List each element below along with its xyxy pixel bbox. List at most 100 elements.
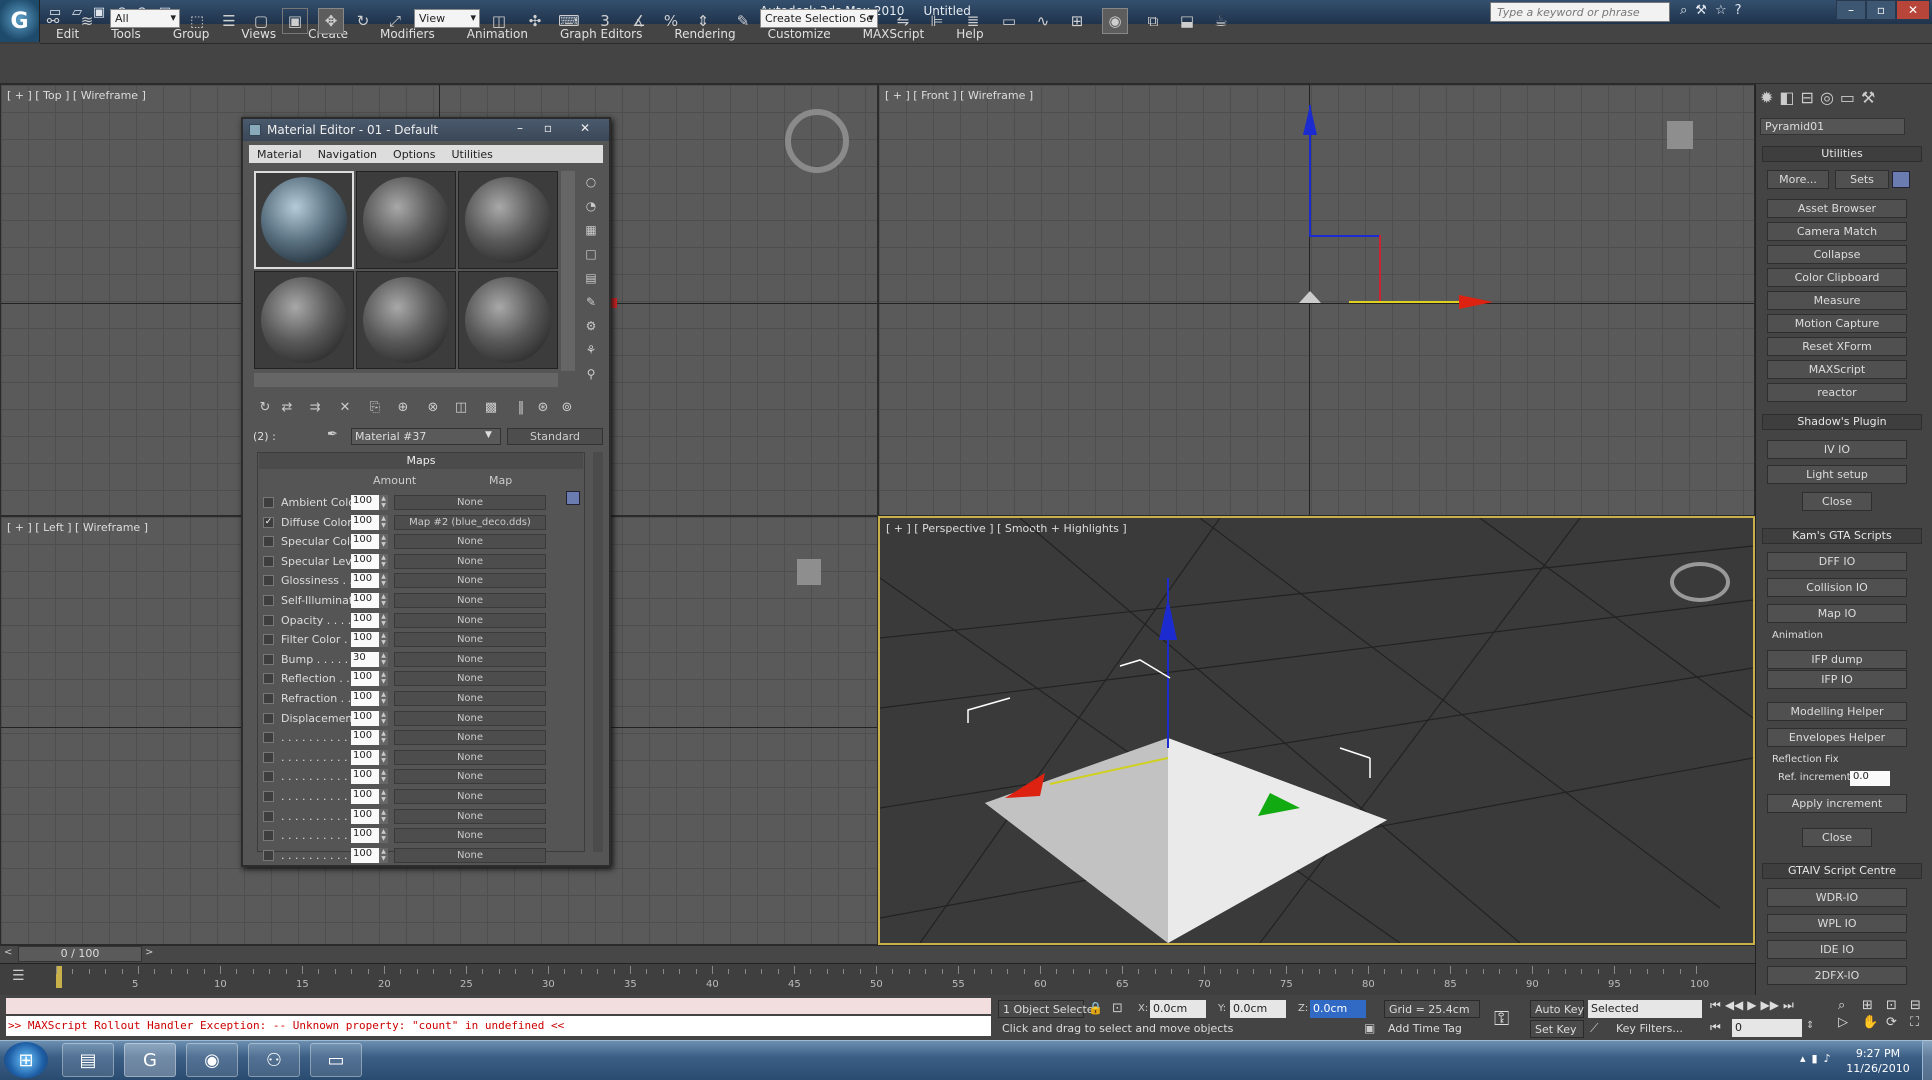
envelopes-helper-button[interactable]: Envelopes Helper (1767, 728, 1907, 747)
display-tab-icon[interactable]: ▭ (1840, 88, 1855, 107)
map-slot-button[interactable]: None (394, 651, 546, 667)
pick-material-eyedropper-icon[interactable]: ✒ (327, 427, 338, 442)
select-object-icon[interactable]: ⬚ (184, 8, 210, 34)
orbit-icon[interactable]: ⟳ (1886, 1015, 1908, 1030)
maps-scrollbar[interactable] (593, 452, 603, 852)
rect-selection-icon[interactable]: ▢ (248, 8, 274, 34)
minimize-button[interactable]: – (1836, 0, 1866, 20)
menu-customize[interactable]: Customize (752, 27, 847, 41)
wpl-io-button[interactable]: WPL IO (1767, 914, 1907, 933)
select-rotate-icon[interactable]: ↻ (350, 8, 376, 34)
taskbar-firefox-icon[interactable]: ◉ (186, 1043, 238, 1077)
sample-uv-tiling-icon[interactable]: □ (582, 245, 600, 263)
map-amount-input[interactable]: 100 (351, 828, 379, 844)
reference-coordinate-dropdown[interactable]: View (414, 9, 480, 28)
zoom-extents-all-icon[interactable]: ⊟ (1910, 998, 1932, 1013)
map-amount-spinner[interactable]: ▲ ▼ (379, 593, 388, 608)
app-logo-icon[interactable]: G (0, 0, 40, 42)
more-button[interactable]: More... (1767, 170, 1829, 189)
sets-button[interactable]: Sets (1835, 170, 1889, 189)
modify-tab-icon[interactable]: ◧ (1779, 88, 1794, 107)
light-setup-button[interactable]: Light setup (1767, 465, 1907, 484)
motion-tab-icon[interactable]: ◎ (1820, 88, 1834, 107)
bind-space-warp-icon[interactable]: ≋ (74, 8, 100, 34)
map-enable-checkbox[interactable] (263, 751, 274, 763)
map-amount-input[interactable]: 100 (351, 749, 379, 765)
iv-io-button[interactable]: IV IO (1767, 440, 1907, 459)
map-amount-input[interactable]: 100 (351, 671, 379, 687)
map-amount-spinner[interactable]: ▲ ▼ (379, 769, 388, 785)
map-amount-spinner[interactable]: ▲ ▼ (379, 828, 388, 844)
viewport-label-top[interactable]: [ + ] [ Top ] [ Wireframe ] (7, 89, 146, 102)
rendered-frame-window-icon[interactable]: ⬓ (1174, 8, 1200, 34)
map-amount-input[interactable]: 100 (351, 789, 379, 804)
maximize-button[interactable]: ▫ (1866, 0, 1896, 20)
default-in-out-tangent-icon[interactable]: ⟋ (1590, 1021, 1598, 1036)
map-enable-checkbox[interactable] (263, 712, 274, 724)
create-tab-icon[interactable]: ✹ (1760, 88, 1773, 107)
material-slot[interactable] (458, 271, 558, 369)
map-amount-spinner[interactable]: ▲ ▼ (379, 691, 388, 706)
go-to-parent-icon[interactable]: ⊛ (533, 398, 553, 416)
map-enable-checkbox[interactable] (263, 536, 274, 548)
goto-end-icon[interactable]: ⏭ (1783, 998, 1794, 1013)
gizmo-z-arrow[interactable] (1303, 105, 1317, 135)
binoculars-icon[interactable]: ⌕ (1680, 3, 1687, 18)
material-slot[interactable] (356, 171, 456, 269)
map-amount-spinner[interactable]: ▲ ▼ (379, 749, 388, 765)
next-frame-icon[interactable]: > (145, 947, 157, 961)
volume-icon[interactable]: ♪ (1824, 1052, 1831, 1065)
map-amount-spinner[interactable]: ▲ ▼ (379, 847, 388, 863)
percent-snap-icon[interactable]: % (658, 8, 684, 34)
pivot-center-icon[interactable]: ◫ (486, 8, 512, 34)
mated-menu-navigation[interactable]: Navigation (310, 148, 385, 161)
viewport-perspective[interactable]: [ + ] [ Perspective ] [ Smooth + Highlig… (878, 516, 1755, 945)
map-slot-button[interactable]: None (394, 534, 546, 550)
ifp-io-button[interactable]: IFP IO (1767, 670, 1907, 689)
shadow-close-button[interactable]: Close (1802, 492, 1872, 511)
previous-frame-icon[interactable]: ◀◀ (1725, 998, 1743, 1013)
apply-increment-button[interactable]: Apply increment (1767, 794, 1907, 813)
material-map-navigator-icon[interactable]: ⚲ (582, 365, 600, 383)
align-icon[interactable]: ⊫ (924, 8, 950, 34)
frame-spinner-icon[interactable]: ⇕ (1806, 1020, 1814, 1031)
map-amount-spinner[interactable]: ▲ ▼ (379, 495, 388, 510)
map-enable-checkbox[interactable] (263, 693, 274, 704)
map-enable-checkbox[interactable] (263, 555, 274, 567)
camera-match-button[interactable]: Camera Match (1767, 222, 1907, 241)
named-selection-set-dropdown[interactable]: Create Selection Se (760, 9, 878, 28)
make-preview-icon[interactable]: ✎ (582, 293, 600, 311)
reactor-button[interactable]: reactor (1767, 383, 1907, 402)
curve-editor-icon[interactable]: ∿ (1030, 8, 1056, 34)
make-material-copy-icon[interactable]: ⎘ (365, 398, 385, 416)
taskbar-network-icon[interactable]: ⚇ (248, 1043, 300, 1077)
gtaiv-rollout-header[interactable]: GTAIV Script Centre (1762, 863, 1922, 879)
menu-tools[interactable]: Tools (95, 27, 157, 41)
time-slider-thumb[interactable]: 0 / 100 (18, 946, 142, 962)
map-slot-button[interactable]: None (394, 573, 546, 589)
current-frame-input[interactable]: 0 (1732, 1019, 1802, 1037)
map-slot-button[interactable]: None (394, 730, 546, 746)
map-slot-button[interactable]: None (394, 828, 546, 844)
map-enable-checkbox[interactable]: ✓ (263, 516, 274, 528)
show-end-result-icon[interactable]: ‖ (511, 398, 531, 416)
modelling-helper-button[interactable]: Modelling Helper (1767, 702, 1907, 721)
show-map-in-viewport-icon[interactable]: ▩ (481, 398, 501, 416)
z-coord-input[interactable]: 0.0cm (1310, 1000, 1366, 1018)
close-button[interactable]: ✕ (1896, 0, 1930, 20)
search-input[interactable]: Type a keyword or phrase (1490, 2, 1670, 22)
wdr-io-button[interactable]: WDR-IO (1767, 888, 1907, 907)
material-slot[interactable] (458, 171, 558, 269)
map-enable-checkbox[interactable] (263, 810, 274, 822)
key-mode-dropdown[interactable]: Selected (1588, 1000, 1702, 1018)
slots-vertical-scrollbar[interactable] (561, 171, 575, 371)
map-slot-button[interactable]: None (394, 593, 546, 608)
start-button[interactable]: ⊞ (4, 1042, 48, 1078)
map-slot-button[interactable]: None (394, 749, 546, 765)
map-enable-checkbox[interactable] (263, 497, 274, 508)
gizmo-plane-edge[interactable] (1379, 235, 1381, 303)
map-enable-checkbox[interactable] (263, 614, 274, 626)
pyramid-object[interactable] (1299, 291, 1321, 303)
backlight-icon[interactable]: ◔ (582, 197, 600, 215)
taskbar-explorer-desktop-icon[interactable]: ▤ (62, 1043, 114, 1077)
